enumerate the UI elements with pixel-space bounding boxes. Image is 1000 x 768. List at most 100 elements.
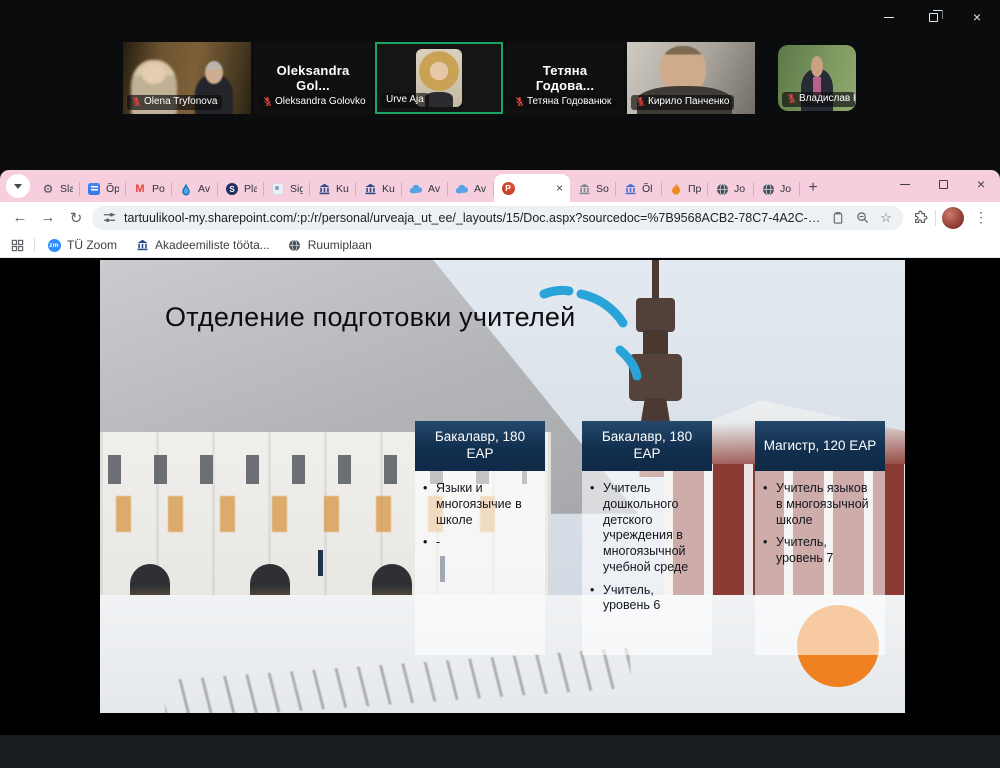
- bluedoc-icon: [87, 182, 101, 196]
- program-column-body: Языки и многоязычие в школе -: [415, 471, 545, 655]
- browser-close-button[interactable]: ×: [962, 170, 1000, 198]
- new-tab-button[interactable]: +: [800, 175, 826, 201]
- close-icon: ×: [973, 10, 981, 24]
- browser-tab[interactable]: SPla: [218, 176, 264, 202]
- participant-tile[interactable]: Urve Aja: [375, 42, 503, 114]
- browser-tab[interactable]: Ku: [356, 176, 402, 202]
- globe-icon: [761, 182, 775, 196]
- browser-tab-active[interactable]: P×: [494, 174, 570, 202]
- address-bar[interactable]: tartuulikool-my.sharepoint.com/:p:/r/per…: [92, 206, 903, 230]
- participant-tile[interactable]: Владислав Крушеніц...: [778, 45, 856, 111]
- browser-tab[interactable]: Õl: [616, 176, 662, 202]
- browser-tab-strip: ⚙SlaÕpMPoAvSPlaSigKuKuAvAvP×SoÕlПрJoJo+ …: [0, 170, 1000, 202]
- participant-name-label: Кирило Панченко: [631, 95, 734, 111]
- bookmark-item[interactable]: Akadeemiliste tööta...: [135, 238, 270, 252]
- bookmarks-bar: zmTÜ Zoom Akadeemiliste tööta... Ruumiplaa…: [0, 233, 1000, 258]
- zoom-background-strip: [0, 735, 1000, 768]
- powerpoint-icon: P: [501, 181, 515, 195]
- browser-tab[interactable]: Jo: [708, 176, 754, 202]
- program-bullet: Учитель дошкольного детского учреждения …: [590, 481, 704, 576]
- cloud-icon: [455, 182, 469, 196]
- zoom-restore-button[interactable]: [918, 6, 948, 28]
- profile-avatar[interactable]: [942, 207, 964, 229]
- zoom-page-icon[interactable]: [853, 209, 871, 227]
- participant-tile[interactable]: Olena Tryfonova: [123, 42, 251, 114]
- program-bullet: -: [423, 535, 537, 551]
- back-button[interactable]: ←: [8, 206, 32, 230]
- presentation-slide: Отделение подготовки учителей Бакалавр, …: [100, 260, 905, 713]
- chevron-down-icon: [14, 184, 22, 189]
- minimize-icon: [884, 17, 894, 18]
- program-column-header: Бакалавр, 180 EAP: [415, 421, 545, 471]
- url-text: tartuulikool-my.sharepoint.com/:p:/r/per…: [124, 211, 823, 225]
- bookmark-star-icon[interactable]: ☆: [877, 209, 895, 227]
- screen: { "zoom_app": { "window_controls": { "mi…: [0, 0, 1000, 768]
- browser-maximize-button[interactable]: [924, 170, 962, 198]
- browser-tab[interactable]: So: [570, 176, 616, 202]
- browser-window-controls: ×: [886, 170, 1000, 198]
- building-navy-icon: [317, 182, 331, 196]
- mic-muted-icon: [787, 93, 796, 104]
- participant-name-label: Olena Tryfonova: [127, 95, 222, 111]
- browser-tab[interactable]: Õp: [80, 176, 126, 202]
- participant-name-label: Oleksandra Golovko: [258, 95, 369, 111]
- browser-tab[interactable]: MPo: [126, 176, 172, 202]
- zoom-close-button[interactable]: ×: [962, 6, 992, 28]
- participant-strip: Olena Tryfonova Oleksandra Gol...Oleksand…: [123, 42, 856, 114]
- browser-tab[interactable]: Av: [172, 176, 218, 202]
- sig-icon: [271, 182, 285, 196]
- building-navy-icon: [363, 182, 377, 196]
- drop-icon: [179, 182, 193, 196]
- browser-tab[interactable]: Пр: [662, 176, 708, 202]
- program-column: Бакалавр, 180 EAPУчитель дошкольного дет…: [582, 421, 712, 655]
- participant-tile[interactable]: Тетяна Годова...Тетяна Годованюк: [506, 42, 624, 114]
- mic-muted-icon: [636, 96, 645, 107]
- bookmark-item[interactable]: zmTÜ Zoom: [47, 238, 117, 252]
- browser-tab[interactable]: Ku: [310, 176, 356, 202]
- program-column-body: Учитель языков в многоязычной школеУчите…: [755, 471, 885, 655]
- participant-name-label: Тетяна Годованюк: [510, 95, 616, 111]
- globe-icon: [715, 182, 729, 196]
- participant-name-label: Владислав Крушеніц...: [782, 92, 855, 108]
- extensions-icon[interactable]: [911, 209, 929, 227]
- gmail-icon: M: [133, 182, 147, 196]
- participant-tile[interactable]: Oleksandra Gol...Oleksandra Golovko: [254, 42, 372, 114]
- mic-muted-icon: [515, 96, 524, 107]
- program-bullet: Учитель, уровень 6: [590, 583, 704, 615]
- program-bullet: Языки и многоязычие в школе: [423, 481, 537, 528]
- apps-grid-icon[interactable]: [10, 238, 24, 252]
- browser-tab[interactable]: ⚙Sla: [34, 176, 80, 202]
- slide-title: Отделение подготовки учителей: [165, 302, 575, 333]
- reload-button[interactable]: ↻: [64, 206, 88, 230]
- copy-link-icon[interactable]: [829, 209, 847, 227]
- zm-icon: zm: [47, 238, 61, 252]
- browser-tab[interactable]: Av: [448, 176, 494, 202]
- building-gray-icon: [577, 182, 591, 196]
- forward-button[interactable]: →: [36, 206, 60, 230]
- building-blue-icon: [623, 182, 637, 196]
- globe-icon: [288, 238, 302, 252]
- program-column: Магистр, 120 EAPУчитель языков в многояз…: [755, 421, 885, 655]
- gear-icon: ⚙: [41, 182, 55, 196]
- toolbar-divider: [935, 210, 936, 226]
- program-column-body: Учитель дошкольного детского учреждения …: [582, 471, 712, 655]
- program-column: Бакалавр, 180 EAPЯзыки и многоязычие в ш…: [415, 421, 545, 655]
- browser-tab[interactable]: Sig: [264, 176, 310, 202]
- toolbar-right: ⋮: [907, 207, 992, 229]
- tab-search-button[interactable]: [6, 174, 30, 198]
- browser-window: ⚙SlaÕpMPoAvSPlaSigKuKuAvAvP×SoÕlПрJoJo+ …: [0, 170, 1000, 735]
- browser-tab[interactable]: Av: [402, 176, 448, 202]
- bookmarks-divider: [34, 238, 35, 252]
- bookmark-item[interactable]: Ruumiplaan: [288, 238, 372, 252]
- scircle-icon: S: [225, 182, 239, 196]
- participant-name-label: Urve Aja: [381, 93, 429, 109]
- building-navy-icon: [135, 238, 149, 252]
- zoom-window-controls: ×: [874, 6, 992, 28]
- tab-close-icon[interactable]: ×: [556, 182, 563, 194]
- browser-menu-icon[interactable]: ⋮: [970, 209, 992, 226]
- zoom-minimize-button[interactable]: [874, 6, 904, 28]
- browser-tab[interactable]: Jo: [754, 176, 800, 202]
- browser-minimize-button[interactable]: [886, 170, 924, 198]
- participant-tile[interactable]: Кирило Панченко: [627, 42, 755, 114]
- site-settings-icon[interactable]: [100, 209, 118, 227]
